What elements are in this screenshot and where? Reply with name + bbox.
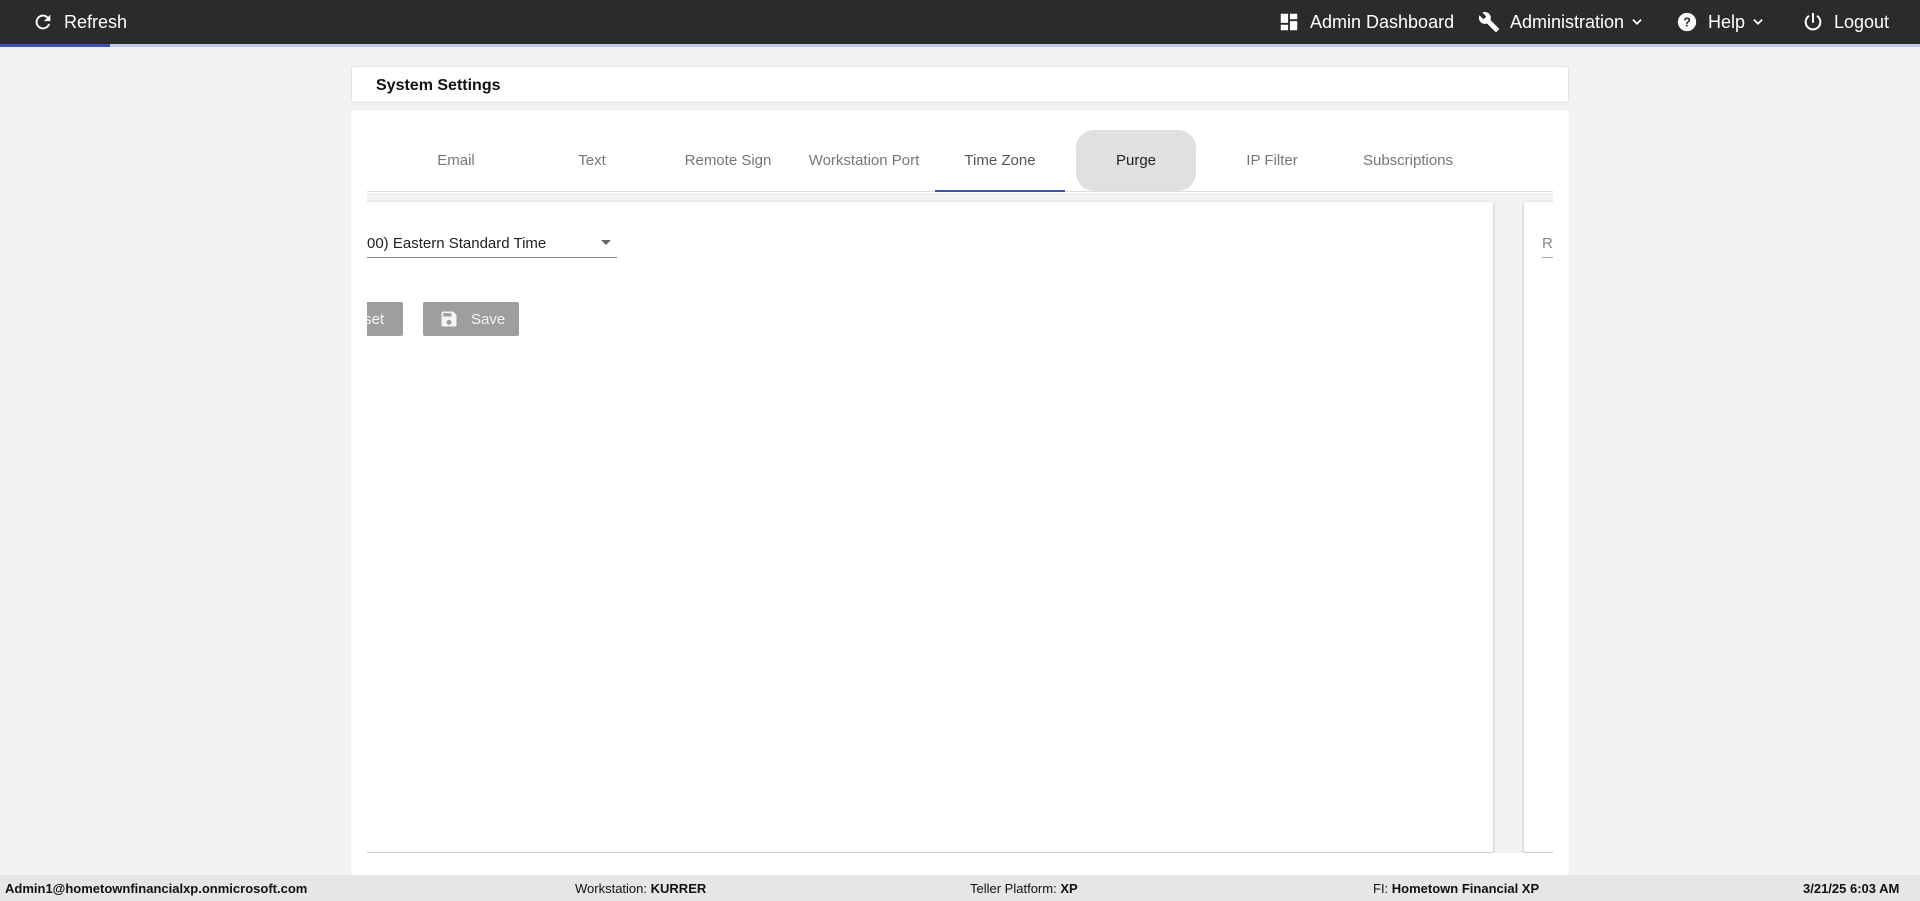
datetime: 3/21/25 6:03 AM <box>1803 881 1900 896</box>
help-menu[interactable]: ? Help <box>1676 0 1765 44</box>
power-icon <box>1804 12 1822 31</box>
workstation-value: KURRER <box>650 881 707 896</box>
wrench-icon <box>1478 12 1500 33</box>
admin-dashboard-link[interactable]: Admin Dashboard <box>1278 0 1454 44</box>
retain-archive-field[interactable]: Retain Archiv <box>1542 230 1553 258</box>
loading-progress-bar <box>0 44 1920 47</box>
settings-card: Email Text Remote Sign Workstation Port … <box>351 110 1569 875</box>
time-zone-panel: 00) Eastern Standard Time Reset Save <box>367 202 1493 852</box>
chevron-down-icon <box>1753 19 1763 25</box>
progress-fill <box>0 44 110 47</box>
workstation-label: Workstation: <box>575 881 648 896</box>
tab-subscriptions[interactable]: Subscriptions <box>1343 130 1473 191</box>
page-header: System Settings <box>351 66 1569 103</box>
refresh-icon <box>35 14 51 30</box>
logout-button[interactable]: Logout <box>1802 0 1889 44</box>
retain-archive-placeholder: Retain Archiv <box>1542 235 1553 252</box>
tab-remote-sign[interactable]: Remote Sign <box>663 130 793 191</box>
administration-label: Administration <box>1510 11 1625 32</box>
help-icon: ? <box>1677 12 1697 32</box>
tab-text[interactable]: Text <box>527 130 657 191</box>
help-label: Help <box>1708 11 1746 32</box>
reset-button[interactable]: Reset <box>367 302 403 336</box>
teller-platform-value: XP <box>1060 881 1078 896</box>
workstation-info: Workstation: KURRER <box>575 881 706 896</box>
svg-text:?: ? <box>1683 15 1691 30</box>
refresh-button[interactable]: Refresh <box>32 0 127 44</box>
logout-label: Logout <box>1834 11 1890 32</box>
save-button[interactable]: Save <box>423 302 519 336</box>
fi-info: FI: Hometown Financial XP <box>1373 881 1539 896</box>
teller-platform-label: Teller Platform: <box>970 881 1057 896</box>
tab-purge[interactable]: Purge <box>1076 130 1196 191</box>
refresh-label: Refresh <box>64 11 128 32</box>
current-user: Admin1@hometownfinancialxp.onmicrosoft.c… <box>5 881 308 896</box>
time-zone-select-value: 00) Eastern Standard Time <box>367 235 547 252</box>
save-label: Save <box>471 310 506 328</box>
administration-menu[interactable]: Administration <box>1478 0 1644 44</box>
page-title: System Settings <box>376 77 501 94</box>
fi-label: FI: <box>1373 881 1389 896</box>
dashboard-icon <box>1280 13 1298 31</box>
status-bar: Admin1@hometownfinancialxp.onmicrosoft.c… <box>0 875 1920 901</box>
tab-workstation-port[interactable]: Workstation Port <box>799 130 929 191</box>
time-zone-panel-content: 00) Eastern Standard Time Reset Save <box>367 202 1367 852</box>
time-zone-select[interactable]: 00) Eastern Standard Time <box>367 230 617 258</box>
chevron-down-icon <box>1632 19 1642 25</box>
fi-value: Hometown Financial XP <box>1391 881 1540 896</box>
tab-email[interactable]: Email <box>391 130 521 191</box>
teller-platform-info: Teller Platform: XP <box>970 881 1078 896</box>
dropdown-arrow-icon <box>601 240 611 245</box>
top-navigation-bar: Refresh Admin Dashboard Administration ?… <box>0 0 1920 47</box>
purge-panel: Retain Archiv Re <box>1524 202 1553 852</box>
settings-tabs: Email Text Remote Sign Workstation Port … <box>367 130 1553 192</box>
tab-ip-filter[interactable]: IP Filter <box>1207 130 1337 191</box>
save-icon <box>441 311 457 327</box>
admin-dashboard-label: Admin Dashboard <box>1310 11 1455 32</box>
tab-time-zone[interactable]: Time Zone <box>935 130 1065 192</box>
tab-content-viewport: 00) Eastern Standard Time Reset Save Ret… <box>367 193 1553 853</box>
reset-label: Reset <box>367 310 385 328</box>
